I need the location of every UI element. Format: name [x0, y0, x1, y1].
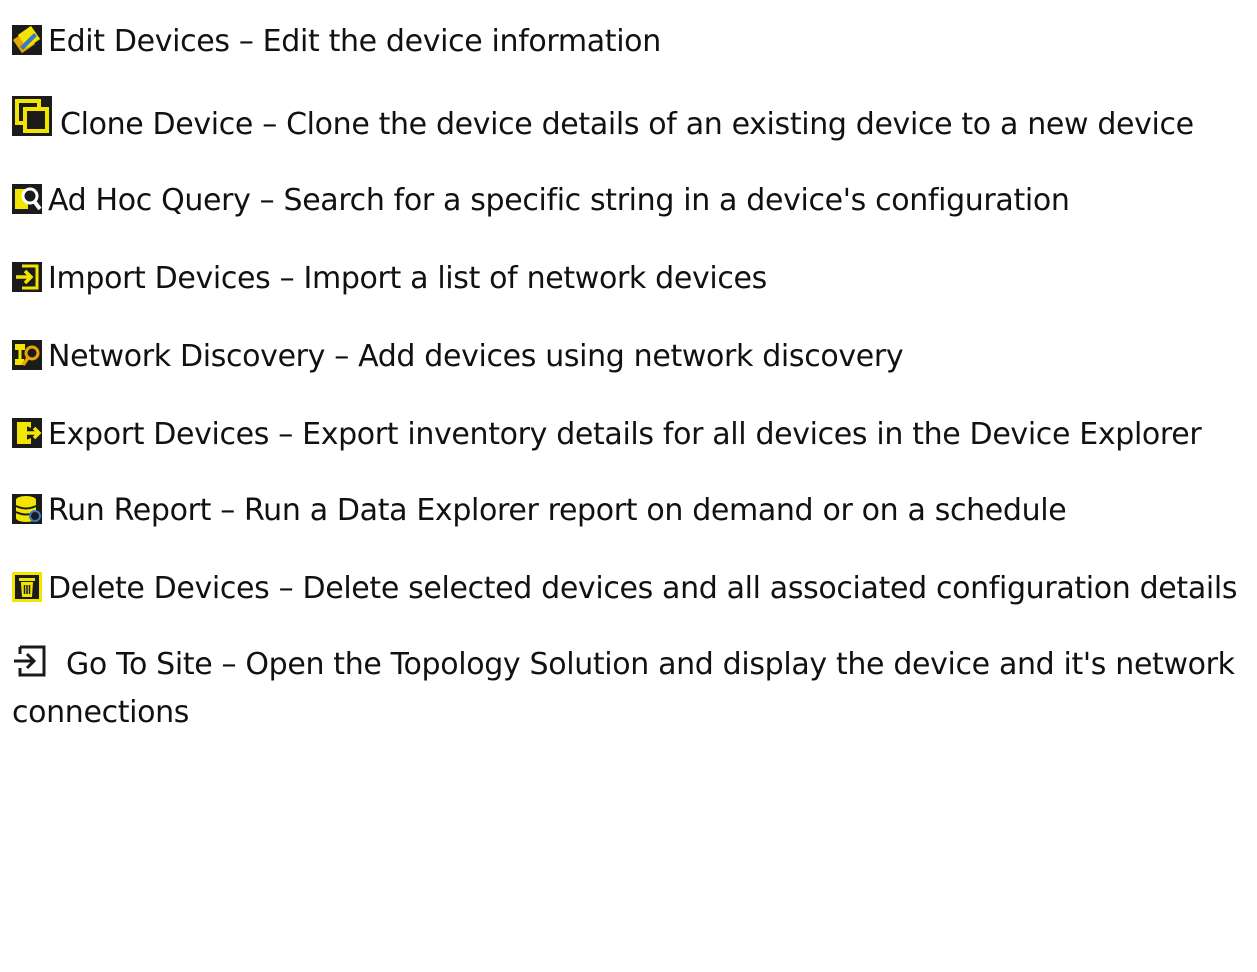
- toolbar-legend-list: Edit Devices – Edit the device informati…: [12, 18, 1252, 765]
- item-text: Clone Device – Clone the device details …: [60, 107, 1194, 142]
- item-text: Go To Site – Open the Topology Solution …: [12, 647, 1235, 730]
- item-text: Import Devices – Import a list of networ…: [48, 261, 767, 296]
- item-text: Edit Devices – Edit the device informati…: [48, 24, 661, 59]
- item-text: Delete Devices – Delete selected devices…: [48, 571, 1238, 606]
- list-item-run-report: Run Report – Run a Data Explorer report …: [12, 487, 1252, 535]
- export-devices-icon: [12, 418, 42, 448]
- item-text: Export Devices – Export inventory detail…: [48, 417, 1202, 452]
- delete-devices-icon: [12, 572, 42, 602]
- list-item-go-to-site: Go To Site – Open the Topology Solution …: [12, 641, 1252, 737]
- list-item-ad-hoc-query: Ad Hoc Query – Search for a specific str…: [12, 177, 1252, 225]
- import-devices-icon: [12, 262, 42, 292]
- item-text: Run Report – Run a Data Explorer report …: [48, 493, 1067, 528]
- item-text: Ad Hoc Query – Search for a specific str…: [48, 183, 1070, 218]
- clone-device-icon: [12, 96, 52, 136]
- network-discovery-icon: [12, 340, 42, 370]
- ad-hoc-query-icon: [12, 184, 42, 214]
- item-text: Network Discovery – Add devices using ne…: [48, 339, 904, 374]
- go-to-site-icon: [12, 644, 48, 678]
- list-item-network-discovery: Network Discovery – Add devices using ne…: [12, 333, 1252, 381]
- list-item-export-devices: Export Devices – Export inventory detail…: [12, 411, 1252, 459]
- list-item-clone-device: Clone Device – Clone the device details …: [12, 96, 1252, 149]
- list-item-delete-devices: Delete Devices – Delete selected devices…: [12, 565, 1252, 613]
- run-report-icon: [12, 494, 42, 524]
- list-item-edit-devices: Edit Devices – Edit the device informati…: [12, 18, 1252, 66]
- list-item-import-devices: Import Devices – Import a list of networ…: [12, 255, 1252, 303]
- edit-devices-icon: [12, 25, 42, 55]
